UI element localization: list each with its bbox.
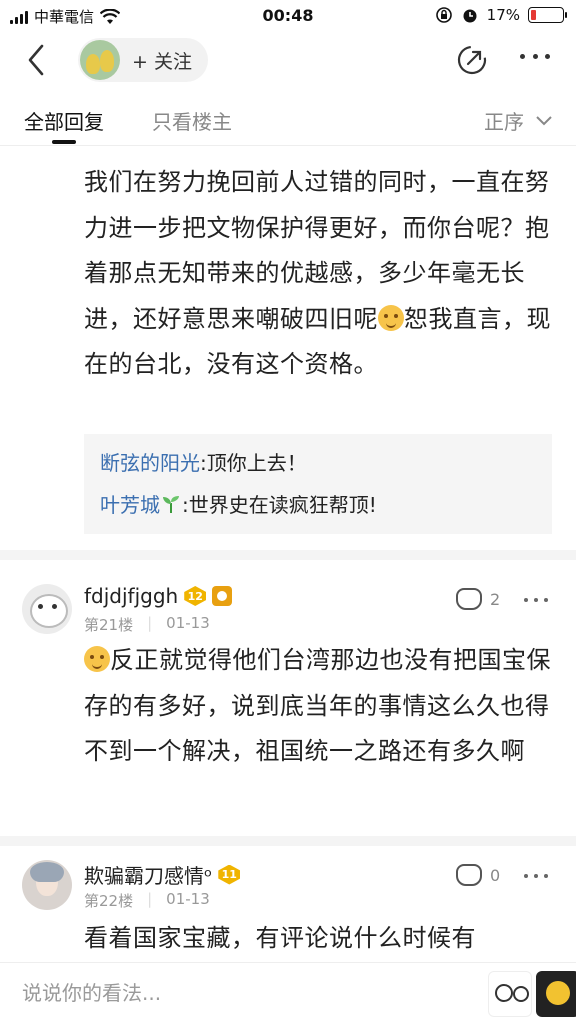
like-count: 0: [490, 865, 501, 885]
floor-text: 反正就觉得他们台湾那边也没有把国宝保存的有多好，说到底当年的事情这么久也得不到一…: [84, 646, 551, 765]
sub-reply-text: :顶你上去！: [200, 451, 307, 475]
comment-input[interactable]: [22, 977, 322, 1009]
like-icon: [456, 588, 482, 610]
username-row: fdjdjfjggh 12: [84, 584, 233, 608]
tab-all-replies[interactable]: 全部回复: [24, 106, 104, 135]
battery-icon: [528, 7, 567, 23]
tongue-emoji-icon: [84, 646, 110, 672]
follow-button[interactable]: + 关注: [78, 38, 208, 82]
sub-reply-author[interactable]: 叶芳城: [100, 493, 160, 517]
chevron-down-icon: [536, 115, 552, 125]
more-icon[interactable]: [520, 54, 550, 64]
post-meta: 第22楼 | 01-13: [84, 890, 210, 911]
sort-label: 正序: [484, 110, 524, 134]
battery-percent: 17%: [486, 6, 520, 24]
sticker-icon[interactable]: [536, 971, 576, 1017]
achievement-badge-icon: [212, 586, 233, 606]
sub-reply-text: :世界史在读疯狂帮顶!: [182, 493, 377, 517]
divider: [0, 550, 576, 560]
sticker-icon[interactable]: [488, 971, 532, 1017]
post-date: 01-13: [166, 614, 210, 632]
avatar[interactable]: [22, 860, 72, 910]
reply-tabs: 全部回复 只看楼主 正序: [0, 96, 576, 146]
floor-number: 第21楼: [84, 616, 134, 634]
username-row: 欺骗霸刀感情ᵒ 11: [84, 860, 241, 889]
share-icon[interactable]: [456, 44, 488, 76]
sprout-icon: [163, 496, 179, 513]
floor-text: 看着国家宝藏，有评论说什么时候有: [84, 924, 476, 952]
tab-active-indicator: [52, 140, 76, 144]
level-badge: 12: [184, 586, 207, 606]
post-content: 我们在努力挽回前人过错的同时，一直在努力进一步把文物保护得更好，而你台呢？抱着那…: [84, 160, 554, 388]
avatar[interactable]: [22, 584, 72, 634]
floor-content: 反正就觉得他们台湾那边也没有把国宝保存的有多好，说到底当年的事情这么久也得不到一…: [84, 638, 554, 775]
floor-number: 第22楼: [84, 892, 134, 910]
post-date: 01-13: [166, 890, 210, 908]
status-right: 17%: [435, 6, 567, 24]
comment-bar: [0, 962, 576, 1024]
meta-separator: |: [147, 614, 153, 632]
tongue-emoji-icon: [378, 304, 404, 331]
meta-separator: |: [147, 890, 153, 908]
status-bar: 中華電信 00:48 17%: [0, 0, 576, 30]
orientation-lock-icon: [435, 7, 452, 23]
sub-reply[interactable]: 断弦的阳光:顶你上去！: [100, 442, 536, 484]
sub-replies[interactable]: 断弦的阳光:顶你上去！ 叶芳城 :世界史在读疯狂帮顶!: [84, 434, 552, 534]
post-meta: 第21楼 | 01-13: [84, 614, 210, 635]
sub-reply[interactable]: 叶芳城 :世界史在读疯狂帮顶!: [100, 484, 536, 526]
alarm-icon: [463, 9, 477, 23]
follow-label: + 关注: [132, 50, 192, 73]
sub-reply-author[interactable]: 断弦的阳光: [100, 451, 200, 475]
sort-dropdown[interactable]: 正序: [484, 106, 552, 135]
top-nav: + 关注: [0, 30, 576, 90]
more-options-icon[interactable]: [524, 598, 548, 604]
username[interactable]: fdjdjfjggh: [84, 584, 178, 608]
like-button[interactable]: 2: [456, 588, 500, 610]
like-icon: [456, 864, 482, 886]
floor-content: 看着国家宝藏，有评论说什么时候有: [84, 916, 554, 962]
more-options-icon[interactable]: [524, 874, 548, 880]
tab-author-only[interactable]: 只看楼主: [152, 106, 232, 135]
level-badge: 11: [218, 864, 241, 885]
back-icon[interactable]: [22, 42, 52, 78]
like-button[interactable]: 0: [456, 864, 500, 886]
author-avatar[interactable]: [80, 40, 120, 80]
divider: [0, 836, 576, 846]
username[interactable]: 欺骗霸刀感情ᵒ: [84, 860, 212, 889]
like-count: 2: [490, 589, 501, 609]
